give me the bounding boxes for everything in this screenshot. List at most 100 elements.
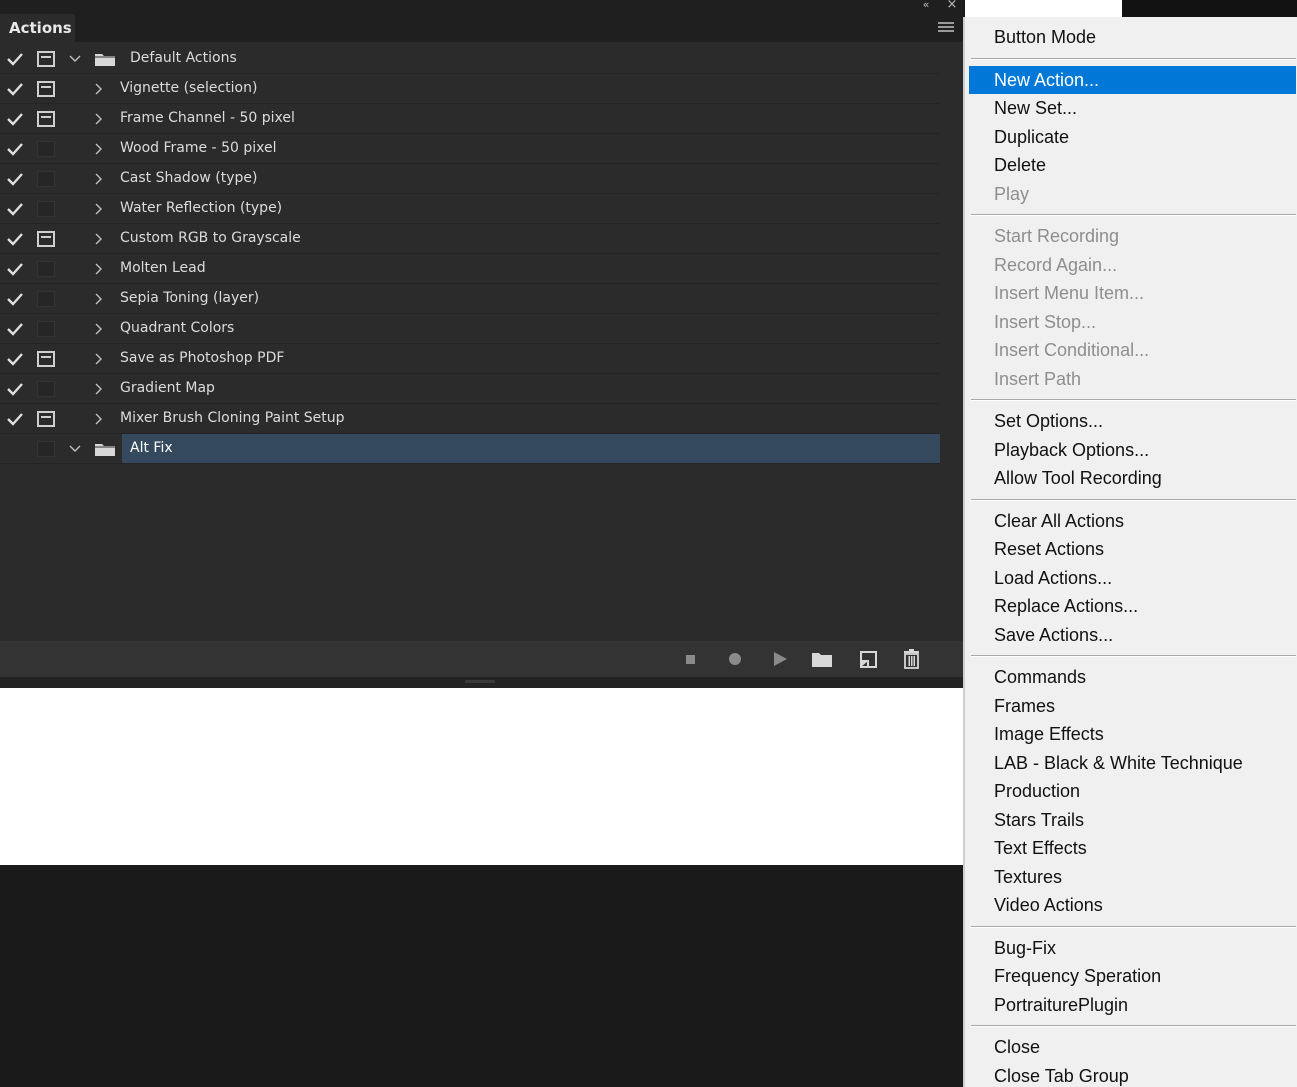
action-row[interactable]: Cast Shadow (type) [0, 164, 940, 194]
toggle-dialog-icon[interactable] [37, 351, 55, 367]
collapse-panels-icon[interactable]: « [917, 0, 933, 12]
chevron-right-icon[interactable] [91, 170, 105, 188]
toggle-dialog-icon[interactable] [37, 201, 55, 217]
toggle-dialog-icon[interactable] [37, 141, 55, 157]
scrollbar[interactable] [940, 44, 963, 640]
action-row[interactable]: Save as Photoshop PDF [0, 344, 940, 374]
action-row[interactable]: Mixer Brush Cloning Paint Setup [0, 404, 940, 434]
row-name-area[interactable]: Gradient Map [112, 374, 940, 403]
action-row[interactable]: Sepia Toning (layer) [0, 284, 940, 314]
toggle-item-checkmark-icon[interactable] [6, 171, 24, 187]
stop-icon[interactable] [680, 649, 702, 669]
menu-item-load-actions[interactable]: Load Actions... [969, 564, 1296, 592]
menu-item-portraitureplugin[interactable]: PortraiturePlugin [969, 991, 1296, 1019]
action-set-row[interactable]: Alt Fix [0, 434, 940, 464]
chevron-right-icon[interactable] [91, 260, 105, 278]
chevron-right-icon[interactable] [91, 110, 105, 128]
panel-resize-grip[interactable] [465, 680, 495, 683]
menu-item-close[interactable]: Close [969, 1033, 1296, 1061]
menu-item-image-effects[interactable]: Image Effects [969, 720, 1296, 748]
menu-item-frames[interactable]: Frames [969, 692, 1296, 720]
toggle-dialog-icon[interactable] [37, 231, 55, 247]
row-name-area[interactable]: Wood Frame - 50 pixel [112, 134, 940, 163]
chevron-right-icon[interactable] [91, 380, 105, 398]
menu-item-lab-black-white-technique[interactable]: LAB - Black & White Technique [969, 749, 1296, 777]
menu-item-replace-actions[interactable]: Replace Actions... [969, 592, 1296, 620]
toggle-item-checkmark-icon[interactable] [6, 291, 24, 307]
menu-item-close-tab-group[interactable]: Close Tab Group [969, 1062, 1296, 1087]
action-row[interactable]: Water Reflection (type) [0, 194, 940, 224]
toggle-item-checkmark-icon[interactable] [6, 51, 24, 67]
action-row[interactable]: Gradient Map [0, 374, 940, 404]
action-row[interactable]: Frame Channel - 50 pixel [0, 104, 940, 134]
action-row[interactable]: Molten Lead [0, 254, 940, 284]
menu-item-production[interactable]: Production [969, 777, 1296, 805]
menu-item-playback-options[interactable]: Playback Options... [969, 436, 1296, 464]
row-name-area[interactable]: Molten Lead [112, 254, 940, 283]
chevron-right-icon[interactable] [91, 80, 105, 98]
toggle-item-checkmark-icon[interactable] [6, 381, 24, 397]
row-name-area[interactable]: Water Reflection (type) [112, 194, 940, 223]
close-panel-icon[interactable]: × [944, 0, 960, 12]
row-name-area[interactable]: Cast Shadow (type) [112, 164, 940, 193]
menu-item-video-actions[interactable]: Video Actions [969, 891, 1296, 919]
menu-item-bug-fix[interactable]: Bug-Fix [969, 934, 1296, 962]
menu-item-reset-actions[interactable]: Reset Actions [969, 535, 1296, 563]
menu-item-stars-trails[interactable]: Stars Trails [969, 806, 1296, 834]
toggle-dialog-icon[interactable] [37, 441, 55, 457]
chevron-right-icon[interactable] [91, 140, 105, 158]
panel-menu-hamburger-icon[interactable] [938, 22, 954, 34]
chevron-right-icon[interactable] [91, 410, 105, 428]
row-name-area[interactable]: Sepia Toning (layer) [112, 284, 940, 313]
tab-actions[interactable]: Actions [0, 14, 75, 42]
chevron-down-icon[interactable] [68, 440, 82, 458]
menu-item-new-set[interactable]: New Set... [969, 94, 1296, 122]
menu-item-set-options[interactable]: Set Options... [969, 407, 1296, 435]
menu-item-button-mode[interactable]: Button Mode [969, 23, 1296, 51]
action-row[interactable]: Quadrant Colors [0, 314, 940, 344]
toggle-item-checkmark-icon[interactable] [6, 141, 24, 157]
toggle-item-checkmark-icon[interactable] [6, 111, 24, 127]
toggle-dialog-icon[interactable] [37, 321, 55, 337]
menu-item-allow-tool-recording[interactable]: Allow Tool Recording [969, 464, 1296, 492]
toggle-dialog-icon[interactable] [37, 411, 55, 427]
menu-item-textures[interactable]: Textures [969, 863, 1296, 891]
row-name-area[interactable]: Mixer Brush Cloning Paint Setup [112, 404, 940, 433]
toggle-item-checkmark-icon[interactable] [6, 441, 24, 457]
toggle-item-checkmark-icon[interactable] [6, 231, 24, 247]
chevron-down-icon[interactable] [68, 50, 82, 68]
menu-item-frequency-speration[interactable]: Frequency Speration [969, 962, 1296, 990]
chevron-right-icon[interactable] [91, 320, 105, 338]
toggle-item-checkmark-icon[interactable] [6, 411, 24, 427]
toggle-dialog-icon[interactable] [37, 81, 55, 97]
menu-item-commands[interactable]: Commands [969, 663, 1296, 691]
menu-item-clear-all-actions[interactable]: Clear All Actions [969, 507, 1296, 535]
toggle-dialog-icon[interactable] [37, 111, 55, 127]
menu-item-delete[interactable]: Delete [969, 151, 1296, 179]
row-name-area[interactable]: Quadrant Colors [112, 314, 940, 343]
row-name-area[interactable]: Vignette (selection) [112, 74, 940, 103]
action-set-row[interactable]: Default Actions [0, 44, 940, 74]
chevron-right-icon[interactable] [91, 200, 105, 218]
row-name-area[interactable]: Default Actions [122, 44, 940, 73]
row-name-area[interactable]: Save as Photoshop PDF [112, 344, 940, 373]
chevron-right-icon[interactable] [91, 290, 105, 308]
toggle-dialog-icon[interactable] [37, 381, 55, 397]
row-name-area[interactable]: Frame Channel - 50 pixel [112, 104, 940, 133]
toggle-dialog-icon[interactable] [37, 261, 55, 277]
delete-trash-icon[interactable] [901, 649, 923, 669]
toggle-dialog-icon[interactable] [37, 51, 55, 67]
row-name-area[interactable]: Alt Fix [122, 434, 940, 463]
toggle-item-checkmark-icon[interactable] [6, 321, 24, 337]
new-action-icon[interactable] [858, 649, 880, 669]
toggle-item-checkmark-icon[interactable] [6, 201, 24, 217]
toggle-dialog-icon[interactable] [37, 291, 55, 307]
play-icon[interactable] [769, 649, 791, 669]
toggle-dialog-icon[interactable] [37, 171, 55, 187]
row-name-area[interactable]: Custom RGB to Grayscale [112, 224, 940, 253]
menu-item-new-action[interactable]: New Action... [969, 65, 1296, 94]
record-icon[interactable] [724, 649, 746, 669]
chevron-right-icon[interactable] [91, 230, 105, 248]
toggle-item-checkmark-icon[interactable] [6, 351, 24, 367]
new-set-folder-icon[interactable] [811, 649, 833, 669]
